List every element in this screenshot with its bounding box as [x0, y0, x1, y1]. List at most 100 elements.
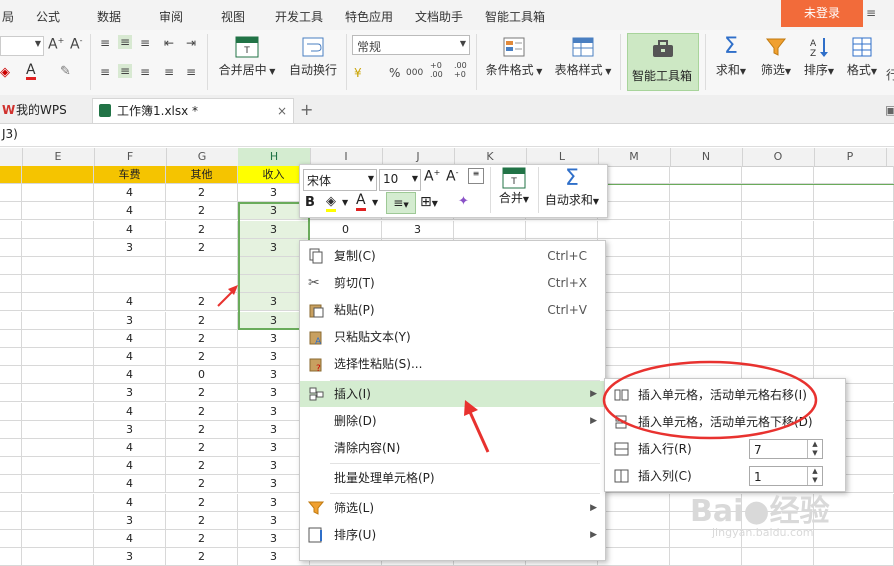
grid-cell[interactable] — [598, 238, 670, 257]
grid-cell[interactable] — [598, 275, 670, 294]
grid-cell[interactable] — [22, 420, 94, 439]
grid-cell[interactable] — [670, 311, 742, 330]
grid-cell[interactable] — [670, 202, 742, 221]
grid-cell[interactable]: 2 — [166, 202, 238, 221]
decrease-decimal-button[interactable]: .00 +0 — [454, 61, 472, 79]
grid-cell[interactable] — [0, 402, 22, 421]
menu-item-0[interactable]: 局 — [2, 8, 14, 25]
new-tab-button[interactable]: + — [300, 98, 313, 122]
sort-button[interactable]: AZ 排序▼ — [799, 36, 839, 78]
grid-cell[interactable]: 4 — [94, 493, 166, 512]
grid-cell[interactable] — [0, 511, 22, 530]
grid-cell[interactable]: 3 — [94, 384, 166, 403]
conditional-format-button[interactable]: 条件格式 ▼ — [484, 36, 544, 78]
grid-cell[interactable] — [0, 439, 22, 457]
grid-cell[interactable] — [0, 293, 22, 312]
grid-cell[interactable] — [0, 257, 22, 275]
insert-column-count[interactable]: 1 ▲ ▼ — [749, 466, 823, 486]
font-name-select[interactable]: 宋体 ▼ — [303, 169, 377, 191]
grid-cell[interactable] — [526, 220, 598, 239]
grid-cell[interactable]: 2 — [166, 457, 238, 476]
menu-item-formula[interactable]: 公式 — [36, 8, 60, 25]
grid-cell[interactable] — [814, 238, 894, 257]
font-grow-icon[interactable]: A+ — [48, 36, 64, 53]
grid-cell[interactable]: 4 — [94, 457, 166, 476]
grid-cell[interactable]: 0 — [310, 220, 382, 239]
thousands-button[interactable]: 000 — [406, 68, 423, 78]
grid-cell[interactable] — [0, 238, 22, 257]
grid-cell[interactable]: 4 — [94, 293, 166, 312]
grid-cell[interactable]: 4 — [94, 439, 166, 457]
grid-cell[interactable] — [0, 311, 22, 330]
ctx-paste-text[interactable]: A 只粘贴文本(Y) — [300, 324, 605, 350]
grid-cell[interactable] — [742, 257, 814, 275]
grid-cell[interactable] — [598, 220, 670, 239]
grid-cell[interactable]: 3 — [94, 548, 166, 566]
grid-cell[interactable] — [598, 257, 670, 275]
grid-cell[interactable] — [742, 311, 814, 330]
grid-cell[interactable] — [0, 530, 22, 548]
grid-cell[interactable] — [598, 511, 670, 530]
align-button-mini[interactable]: ≡▼ — [386, 192, 416, 214]
menu-item-doc-assistant[interactable]: 文档助手 — [415, 8, 463, 25]
bold-button[interactable]: B — [305, 195, 315, 210]
grid-cell[interactable]: 2 — [166, 420, 238, 439]
grid-cell[interactable]: 4 — [94, 402, 166, 421]
fill-color-icon-mini[interactable]: ◈ — [326, 194, 336, 212]
distribute-icon[interactable]: ≡ — [186, 65, 196, 79]
percent-button[interactable]: % — [389, 66, 400, 80]
grid-cell[interactable] — [814, 311, 894, 330]
grid-cell[interactable]: 2 — [166, 493, 238, 512]
grid-cell[interactable] — [742, 184, 814, 203]
menu-item-data[interactable]: 数据 — [97, 8, 121, 25]
col-header-G[interactable]: G — [166, 148, 239, 166]
sum-button[interactable]: Σ 求和▼ — [711, 36, 751, 78]
increase-decimal-button[interactable]: +0 .00 — [430, 61, 448, 79]
formula-bar[interactable]: J3) — [0, 124, 894, 147]
col-header-P[interactable]: P — [814, 148, 887, 166]
grid-cell[interactable] — [598, 311, 670, 330]
header-cell[interactable]: 其他 — [166, 166, 238, 184]
filter-button[interactable]: 筛选▼ — [756, 36, 796, 78]
tab-my-wps[interactable]: W 我的WPS — [0, 98, 88, 122]
align-middle-icon[interactable]: ≡ — [118, 35, 133, 49]
grid-cell[interactable]: 2 — [166, 530, 238, 548]
ctx-insert[interactable]: 插入(I) ▶ — [300, 381, 605, 407]
grid-cell[interactable] — [94, 275, 166, 294]
grid-cell[interactable]: 4 — [94, 202, 166, 221]
grid-cell[interactable] — [670, 293, 742, 312]
grid-cell[interactable] — [94, 257, 166, 275]
grid-cell[interactable] — [22, 329, 94, 348]
cell-format-icon[interactable]: ≡ — [468, 168, 484, 184]
border-icon[interactable]: ⊞▼ — [420, 194, 438, 210]
grid-cell[interactable] — [22, 202, 94, 221]
align-left-icon[interactable]: ≡ — [100, 65, 110, 79]
header-cell[interactable] — [670, 166, 742, 184]
grid-cell[interactable] — [22, 548, 94, 566]
grid-cell[interactable] — [814, 257, 894, 275]
header-cell[interactable] — [22, 166, 94, 184]
grid-cell[interactable] — [814, 548, 894, 566]
grid-cell[interactable] — [0, 220, 22, 239]
font-color-icon-mini[interactable]: A — [356, 193, 366, 211]
grid-cell[interactable] — [22, 493, 94, 512]
header-cell[interactable] — [598, 166, 670, 184]
font-size-box[interactable]: ▼ — [0, 36, 44, 56]
grid-cell[interactable] — [598, 548, 670, 566]
col-header-partial[interactable] — [0, 148, 23, 166]
justify-icon[interactable]: ≡ — [164, 65, 174, 79]
grid-cell[interactable] — [814, 202, 894, 221]
grid-cell[interactable]: 0 — [166, 366, 238, 385]
grid-cell[interactable] — [22, 220, 94, 239]
grid-cell[interactable] — [0, 493, 22, 512]
grid-cell[interactable] — [814, 184, 894, 203]
grid-cell[interactable] — [22, 184, 94, 203]
header-cell[interactable] — [0, 166, 22, 184]
ctx-sort[interactable]: 排序(U) ▶ — [300, 522, 605, 548]
grid-cell[interactable]: 2 — [166, 475, 238, 494]
grid-cell[interactable] — [0, 548, 22, 566]
grid-cell[interactable] — [814, 348, 894, 366]
grid-cell[interactable] — [22, 366, 94, 385]
grid-cell[interactable] — [742, 275, 814, 294]
grid-cell[interactable]: 4 — [94, 184, 166, 203]
